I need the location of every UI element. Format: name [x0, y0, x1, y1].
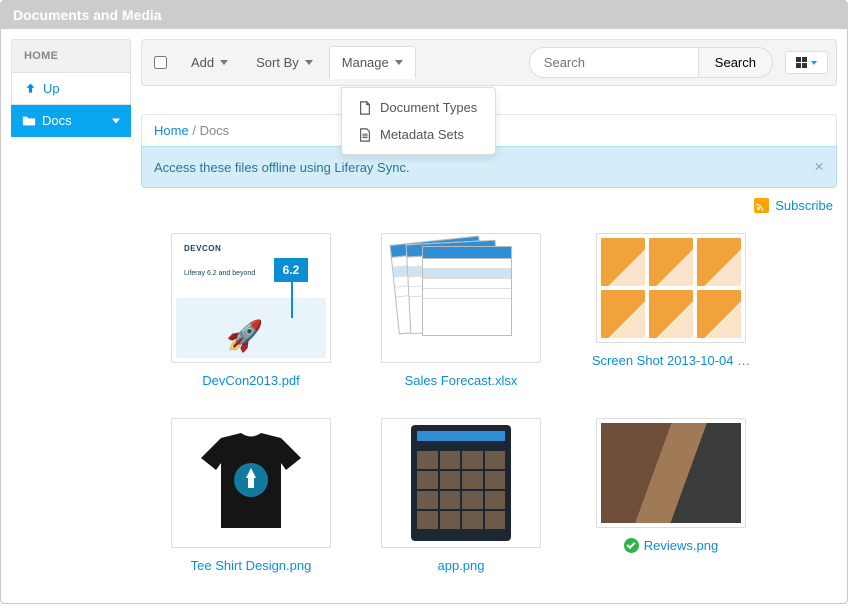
document-lines-icon [358, 128, 372, 142]
file-name[interactable]: Tee Shirt Design.png [191, 558, 312, 573]
tshirt-icon [191, 428, 311, 538]
breadcrumb-separator: / [192, 123, 196, 138]
breadcrumb-current: Docs [200, 123, 230, 138]
file-thumbnail [596, 233, 746, 343]
caret-down-icon [395, 60, 403, 65]
file-thumbnail [171, 418, 331, 548]
thumb-version: 6.2 [274, 258, 308, 282]
file-name[interactable]: Sales Forecast.xlsx [405, 373, 518, 388]
toolbar: Add Sort By Manage Search [141, 39, 837, 86]
manage-label: Manage [342, 55, 389, 70]
file-card[interactable]: DEVCON Liferay 6.2 and beyond 6.2 🚀 DevC… [161, 233, 341, 388]
search-button[interactable]: Search [699, 47, 773, 78]
manage-menu-item-label: Document Types [380, 100, 477, 115]
documents-media-window: Documents and Media HOME Up Docs Add [0, 0, 848, 604]
file-card[interactable]: Sales Forecast.xlsx [371, 233, 551, 388]
manage-button[interactable]: Manage [329, 46, 416, 79]
file-card[interactable]: app.png [371, 418, 551, 573]
file-thumbnail [381, 418, 541, 548]
file-name-text: Reviews.png [644, 538, 718, 553]
sort-by-label: Sort By [256, 55, 299, 70]
file-thumbnail [381, 233, 541, 363]
rss-icon [754, 198, 769, 213]
sort-by-button[interactable]: Sort By [244, 47, 325, 78]
sidebar-item-docs[interactable]: Docs [11, 105, 131, 137]
grid-icon [796, 57, 807, 68]
select-all-checkbox[interactable] [154, 56, 167, 69]
chevron-down-icon [112, 118, 120, 123]
file-card[interactable]: Reviews.png [581, 418, 761, 573]
manage-menu-item-label: Metadata Sets [380, 127, 464, 142]
file-grid: DEVCON Liferay 6.2 and beyond 6.2 🚀 DevC… [141, 223, 837, 593]
file-name[interactable]: Reviews.png [624, 538, 718, 553]
document-icon [358, 101, 372, 115]
manage-dropdown: Document Types Metadata Sets [341, 87, 496, 155]
thumb-logo: DEVCON [184, 244, 221, 253]
manage-menu-document-types[interactable]: Document Types [342, 94, 495, 121]
window-title: Documents and Media [1, 1, 847, 29]
folder-icon [22, 114, 36, 128]
file-card[interactable]: Screen Shot 2013-10-04 … [581, 233, 761, 388]
sidebar-up-link[interactable]: Up [11, 73, 131, 105]
breadcrumb-home-link[interactable]: Home [154, 123, 189, 138]
sidebar-active-folder-label: Docs [42, 113, 72, 128]
file-thumbnail [596, 418, 746, 528]
view-mode-button[interactable] [785, 51, 828, 74]
sidebar-home-header: HOME [11, 39, 131, 73]
status-ok-icon [624, 538, 639, 553]
alert-close-button[interactable]: × [814, 157, 824, 177]
caret-down-icon [220, 60, 228, 65]
file-name[interactable]: app.png [438, 558, 485, 573]
sidebar-up-label: Up [43, 81, 60, 96]
caret-down-icon [305, 60, 313, 65]
add-button-label: Add [191, 55, 214, 70]
thumb-subtitle: Liferay 6.2 and beyond [184, 270, 255, 277]
file-name[interactable]: DevCon2013.pdf [202, 373, 300, 388]
manage-menu-metadata-sets[interactable]: Metadata Sets [342, 121, 495, 148]
main-panel: Add Sort By Manage Search [141, 39, 837, 593]
astronaut-icon: 🚀 [226, 319, 263, 354]
file-name[interactable]: Screen Shot 2013-10-04 … [592, 353, 750, 368]
file-thumbnail: DEVCON Liferay 6.2 and beyond 6.2 🚀 [171, 233, 331, 363]
up-arrow-icon [24, 82, 37, 95]
file-card[interactable]: Tee Shirt Design.png [161, 418, 341, 573]
subscribe-link[interactable]: Subscribe [775, 198, 833, 213]
add-button[interactable]: Add [179, 47, 240, 78]
alert-text: Access these files offline using Liferay… [154, 160, 410, 175]
sidebar: HOME Up Docs [11, 39, 131, 593]
caret-down-icon [811, 61, 817, 65]
search-input[interactable] [529, 47, 699, 78]
